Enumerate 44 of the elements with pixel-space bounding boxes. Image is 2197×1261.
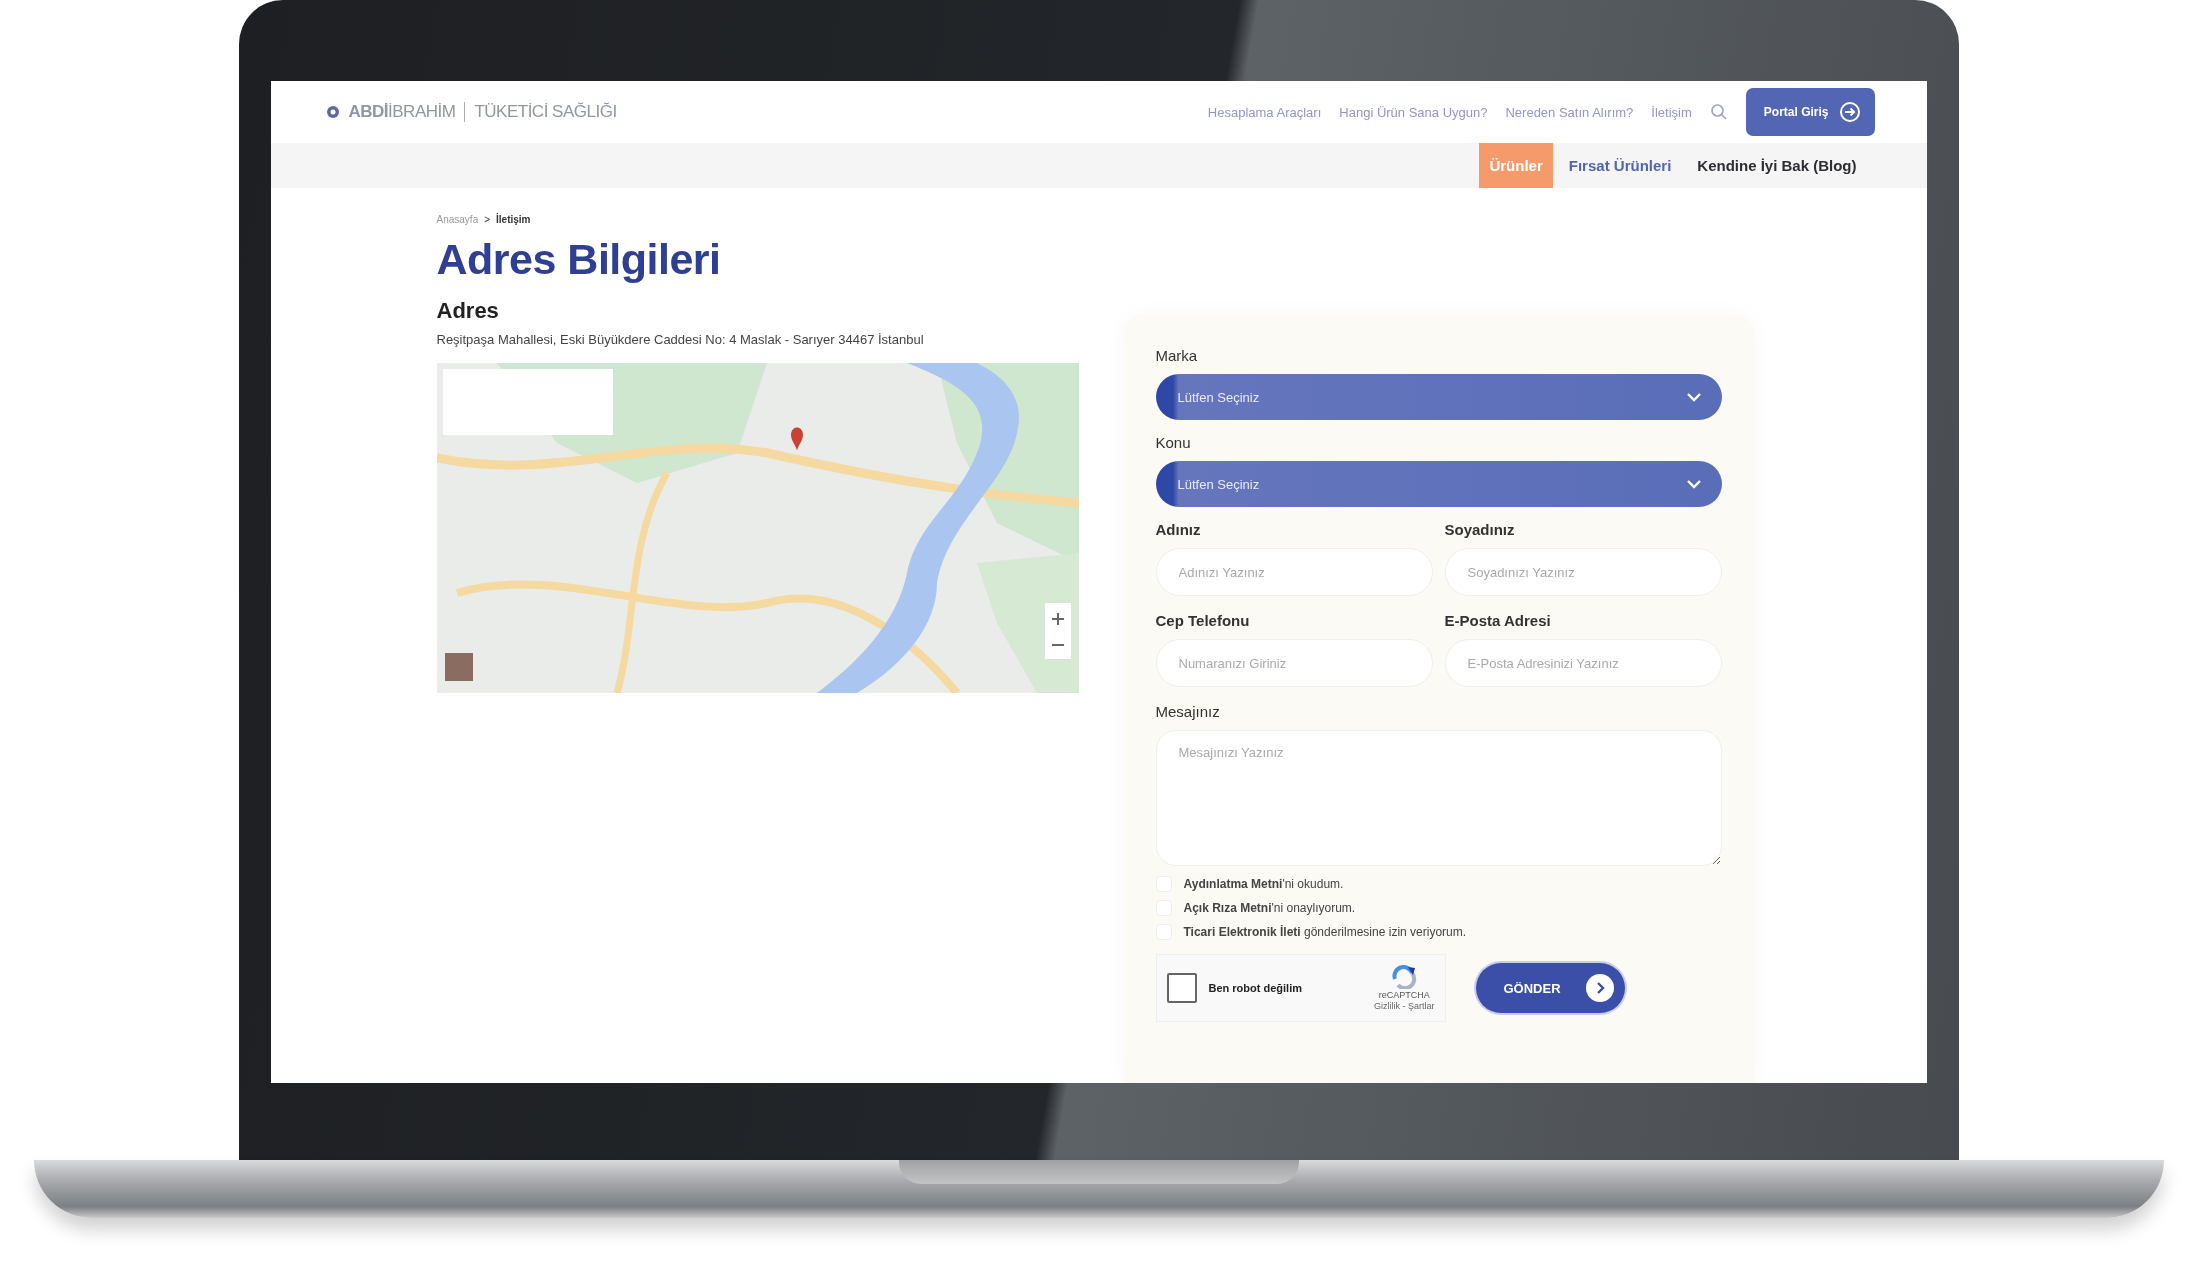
chevron-right-icon [1584,973,1615,1003]
address-text: Reşitpaşa Mahallesi, Eski Büyükdere Caddesi No: 4 Maslak - Sarıyer 34467 İstanbul [436,332,925,347]
consent-text: Ticari Elektronik İleti gönderilmesine izin veriyorum. [1183,925,1467,939]
field-label: E-Posta Adresi [1444,612,1552,629]
consent-text: Aydınlatma Metni'ni okudum. [1183,877,1344,891]
input-field[interactable]: Adınızı Yazınız [1155,548,1433,596]
breadcrumb-link[interactable]: İletişim [496,214,531,225]
field-label: Soyadınız [1444,521,1516,538]
nav-link[interactable]: Nereden Satın Alırım? [1505,104,1634,120]
captcha-links[interactable]: Gizlilik - Şartlar [1374,1001,1435,1011]
chevron-down-icon [1685,392,1702,402]
breadcrumb-separator: > [484,214,491,225]
nav-link[interactable]: İletişim [1651,104,1692,120]
consent-text: Açık Rıza Metni'ni onaylıyorum. [1183,901,1356,915]
search-icon [1709,103,1728,121]
nav-link[interactable]: Hesaplama Araçları [1207,104,1322,120]
menu-item[interactable]: Fırsat Ürünleri [1558,143,1682,188]
submit-button[interactable]: GÖNDER [1475,963,1625,1013]
input-field[interactable]: Soyadınızı Yazınız [1444,548,1722,596]
captcha-brand: reCAPTCHA [1378,990,1430,1000]
field-label: Marka [1155,347,1199,364]
address-heading: Adres [436,298,500,324]
chevron-down-icon [1685,479,1702,489]
captcha-label: Ben robot değilim [1208,982,1303,994]
brand-subtitle: TÜKETİCİ SAĞLIĞI [474,102,617,122]
select-dropdown[interactable]: Lütfen Seçiniz [1155,461,1722,507]
input-field[interactable]: E-Posta Adresinizi Yazınız [1444,639,1722,687]
select-dropdown[interactable]: Lütfen Seçiniz [1155,374,1722,420]
breadcrumb-link[interactable]: Anasayfa [436,214,479,225]
portal-login-button[interactable]: Portal Giriş [1745,88,1875,136]
menu-item[interactable]: Kendine İyi Bak (Blog) [1687,143,1867,188]
message-field[interactable]: Mesajınızı Yazınız [1155,730,1722,866]
field-label: Mesajınız [1155,703,1221,720]
captcha-logo-icon [1390,965,1419,989]
page-title: Adres Bilgileri [436,235,722,284]
field-label: Cep Telefonu [1155,612,1251,629]
brand-name: ABDİİBRAHİM [348,102,456,122]
input-field[interactable]: Numaranızı Giriniz [1155,639,1433,687]
menu-item[interactable]: Ürünler [1479,143,1553,188]
captcha-checkbox[interactable] [1166,973,1197,1003]
logo-icon [325,105,340,119]
nav-link[interactable]: Hangi Ürün Sana Uygun? [1339,104,1488,120]
field-label: Adınız [1155,521,1202,538]
field-label: Konu [1155,434,1192,451]
